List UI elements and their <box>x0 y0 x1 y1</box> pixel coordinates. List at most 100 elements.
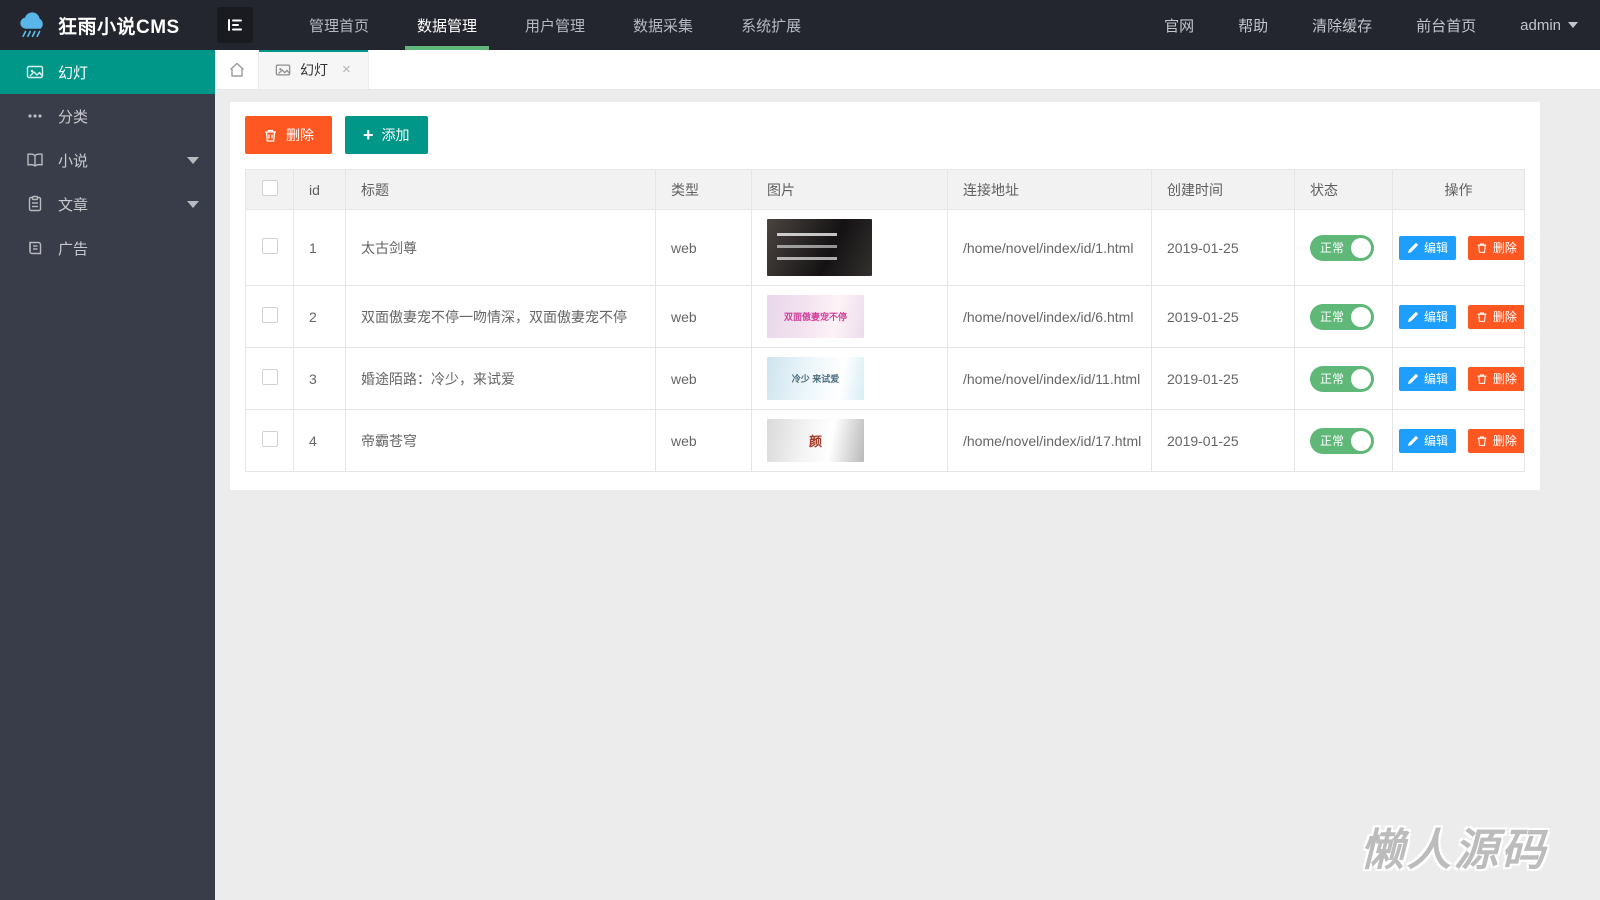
row-created: 2019-01-25 <box>1151 347 1295 410</box>
sidebar-item-ads[interactable]: 广告 <box>0 226 215 270</box>
trash-icon <box>1477 311 1487 322</box>
row-checkbox[interactable] <box>261 238 278 254</box>
sidebar-item-label: 分类 <box>58 108 89 126</box>
row-type: web <box>655 347 752 410</box>
header-id: id <box>293 169 346 210</box>
header-ops: 操作 <box>1392 169 1525 210</box>
row-type: web <box>655 409 752 472</box>
table-row: 2 双面傲妻宠不停一吻情深，双面傲妻宠不停 web 双面傲妻宠不停 /home/… <box>245 285 1525 348</box>
topnav-data-management[interactable]: 数据管理 <box>393 0 501 50</box>
row-title: 帝霸苍穹 <box>345 409 656 472</box>
row-delete-button[interactable]: 删除 <box>1467 235 1524 260</box>
app-logo: 狂雨小说CMS <box>0 0 215 50</box>
tab-label: 幻灯 <box>300 61 328 78</box>
select-all-checkbox[interactable] <box>261 180 278 196</box>
top-right-navigation: 官网 帮助 清除缓存 前台首页 admin <box>1142 0 1600 50</box>
sidebar-item-label: 小说 <box>58 152 89 170</box>
pencil-icon <box>1408 311 1419 322</box>
chevron-down-icon <box>187 156 199 164</box>
topnav-help[interactable]: 帮助 <box>1216 0 1290 50</box>
slide-thumbnail <box>767 219 872 276</box>
top-navigation: 管理首页 数据管理 用户管理 数据采集 系统扩展 <box>285 0 825 50</box>
main-content: 删除 + 添加 id 标题 类型 图片 连接地址 创建时间 状态 操作 1 太古… <box>215 91 1600 900</box>
edit-button[interactable]: 编辑 <box>1399 366 1457 391</box>
topnav-admin-home[interactable]: 管理首页 <box>285 0 393 50</box>
sidebar-collapse-button[interactable] <box>217 7 253 43</box>
chevron-down-icon <box>187 200 199 208</box>
sidebar-item-articles[interactable]: 文章 <box>0 182 215 226</box>
topnav-official-site[interactable]: 官网 <box>1142 0 1216 50</box>
delete-button-label: 删除 <box>286 127 314 143</box>
image-icon <box>275 63 291 76</box>
tab-bar: 幻灯 × <box>215 50 1600 90</box>
trash-icon <box>1477 242 1487 253</box>
row-url: /home/novel/index/id/6.html <box>947 285 1152 348</box>
sidebar-item-slideshow[interactable]: 幻灯 <box>0 50 215 94</box>
row-delete-button[interactable]: 删除 <box>1467 366 1524 391</box>
topnav-data-collection[interactable]: 数据采集 <box>609 0 717 50</box>
header-created: 创建时间 <box>1151 169 1295 210</box>
topnav-user-management[interactable]: 用户管理 <box>501 0 609 50</box>
row-id: 1 <box>293 209 346 286</box>
status-toggle[interactable]: 正常 <box>1310 234 1374 261</box>
toggle-knob <box>1351 306 1371 327</box>
slide-thumbnail: 双面傲妻宠不停 <box>767 295 864 338</box>
ellipsis-icon <box>28 114 42 118</box>
add-button-label: 添加 <box>381 127 410 143</box>
top-header: 狂雨小说CMS 管理首页 数据管理 用户管理 数据采集 系统扩展 官网 帮助 清… <box>0 0 1600 50</box>
pencil-icon <box>1408 242 1419 253</box>
row-created: 2019-01-25 <box>1151 285 1295 348</box>
row-url: /home/novel/index/id/1.html <box>947 209 1152 286</box>
app-title: 狂雨小说CMS <box>58 16 180 38</box>
trash-icon <box>1477 373 1487 384</box>
close-icon[interactable]: × <box>342 62 351 77</box>
slideshow-icon <box>26 65 44 79</box>
toolbar: 删除 + 添加 <box>245 116 1525 154</box>
edit-button[interactable]: 编辑 <box>1399 304 1457 329</box>
status-toggle[interactable]: 正常 <box>1310 365 1374 392</box>
topnav-front-home[interactable]: 前台首页 <box>1394 0 1498 50</box>
row-url: /home/novel/index/id/11.html <box>947 347 1152 410</box>
row-checkbox[interactable] <box>261 369 278 385</box>
topnav-system-extension[interactable]: 系统扩展 <box>717 0 825 50</box>
pencil-icon <box>1408 373 1419 384</box>
watermark: 懒人源码 <box>1360 826 1548 875</box>
trash-icon <box>265 129 276 142</box>
sidebar-item-novels[interactable]: 小说 <box>0 138 215 182</box>
toggle-knob <box>1351 368 1371 389</box>
hamburger-icon <box>228 19 242 31</box>
row-delete-button[interactable]: 删除 <box>1467 304 1524 329</box>
home-tab-button[interactable] <box>215 50 259 89</box>
toggle-knob <box>1351 237 1371 258</box>
status-toggle[interactable]: 正常 <box>1310 303 1374 330</box>
slide-thumbnail: 冷少 来试爱 <box>767 357 864 400</box>
status-toggle[interactable]: 正常 <box>1310 427 1374 454</box>
table-row: 1 太古剑尊 web /home/novel/index/id/1.html 2… <box>245 209 1525 286</box>
pencil-icon <box>1408 435 1419 446</box>
slides-table: id 标题 类型 图片 连接地址 创建时间 状态 操作 1 太古剑尊 web /… <box>245 169 1525 472</box>
chevron-down-icon <box>1568 22 1578 28</box>
row-id: 4 <box>293 409 346 472</box>
row-delete-button[interactable]: 删除 <box>1467 428 1524 453</box>
edit-button[interactable]: 编辑 <box>1399 235 1457 260</box>
row-type: web <box>655 209 752 286</box>
row-created: 2019-01-25 <box>1151 409 1295 472</box>
row-checkbox[interactable] <box>261 307 278 323</box>
header-type: 类型 <box>655 169 752 210</box>
table-row: 3 婚途陌路：冷少，来试爱 web 冷少 来试爱 /home/novel/ind… <box>245 347 1525 410</box>
row-checkbox[interactable] <box>261 431 278 447</box>
toggle-knob <box>1351 430 1371 451</box>
row-type: web <box>655 285 752 348</box>
table-header-row: id 标题 类型 图片 连接地址 创建时间 状态 操作 <box>245 169 1525 210</box>
user-menu[interactable]: admin <box>1498 0 1600 50</box>
add-button[interactable]: + 添加 <box>345 116 428 154</box>
header-title: 标题 <box>345 169 656 210</box>
edit-button[interactable]: 编辑 <box>1399 428 1457 453</box>
sidebar-item-categories[interactable]: 分类 <box>0 94 215 138</box>
tab-slideshow[interactable]: 幻灯 × <box>259 50 369 89</box>
home-icon <box>229 62 244 77</box>
topnav-clear-cache[interactable]: 清除缓存 <box>1290 0 1394 50</box>
user-name: admin <box>1520 16 1561 34</box>
sidebar: 幻灯 分类 小说 文章 广告 <box>0 50 215 900</box>
delete-button[interactable]: 删除 <box>245 116 332 154</box>
